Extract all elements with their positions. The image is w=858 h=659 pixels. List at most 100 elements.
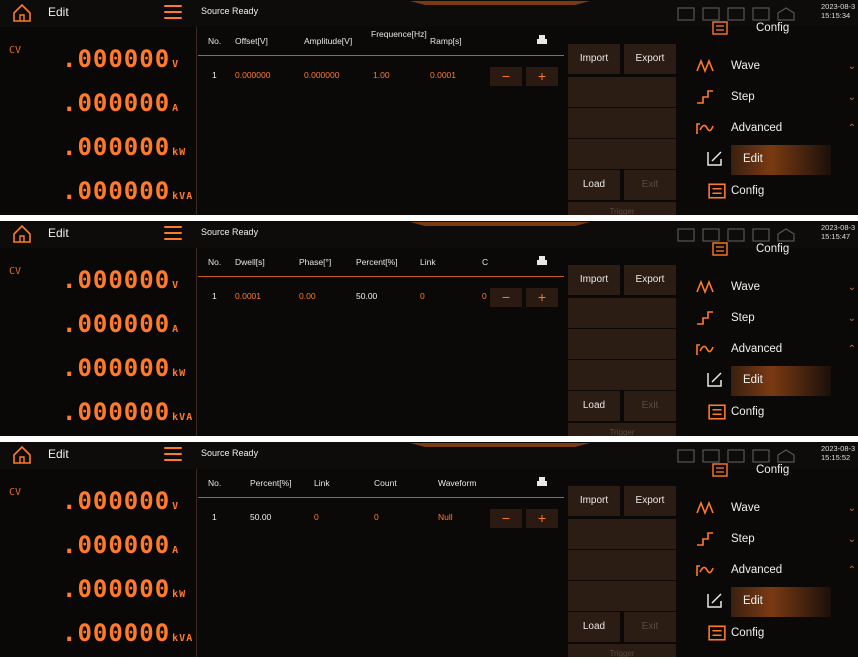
col-header: Link	[420, 257, 436, 267]
panel-2: Edit Source Ready 2023-08-3 15:15:47 CV .…	[0, 221, 858, 436]
home-icon[interactable]	[12, 3, 32, 23]
sidebar-item-edit[interactable]: Edit	[731, 587, 831, 617]
menu-icon[interactable]	[164, 226, 182, 242]
col-header: No.	[208, 257, 222, 267]
config-icon	[708, 183, 726, 199]
edit-icon	[707, 372, 722, 387]
col-header: Link	[314, 478, 330, 488]
empty-slot	[568, 550, 676, 580]
col-header: Offset[V]	[235, 36, 268, 46]
chevron-down-icon: ⌄	[847, 61, 856, 72]
divider	[196, 469, 197, 657]
col-header: Dwell[s]	[235, 257, 265, 267]
col-header: Phase[°]	[299, 257, 332, 267]
add-row-button[interactable]: +	[526, 67, 558, 86]
load-button[interactable]: Load	[568, 170, 620, 200]
sidebar-item-config[interactable]: Config	[678, 398, 858, 428]
col-header: Percent[%]	[250, 478, 292, 488]
power-readout: .000000 kW	[62, 133, 187, 161]
voltage-readout: .000000 V	[62, 487, 180, 515]
col-header: Amplitude[V]	[304, 36, 353, 46]
exit-button[interactable]: Exit	[624, 391, 676, 421]
sidebar-item-config[interactable]: Config	[678, 177, 858, 207]
trigger-button[interactable]: Trigger	[568, 423, 676, 436]
current-readout: .000000 A	[62, 531, 180, 559]
col-header: Waveform	[438, 478, 477, 488]
export-button[interactable]: Export	[624, 486, 676, 516]
table-header: No. Percent[%] Link Count Waveform	[198, 469, 564, 498]
empty-slot	[568, 108, 676, 138]
print-icon[interactable]	[536, 476, 548, 488]
load-button[interactable]: Load	[568, 391, 620, 421]
empty-slot	[568, 581, 676, 611]
sidebar-item-config-top[interactable]: Config	[708, 460, 858, 482]
sidebar-item-step[interactable]: Step ⌄	[678, 525, 858, 555]
remove-row-button[interactable]: −	[490, 288, 522, 307]
mode-label: CV	[9, 266, 22, 277]
sidebar-item-wave[interactable]: Wave ⌄	[678, 494, 858, 524]
home-icon[interactable]	[12, 445, 32, 465]
config-icon	[708, 625, 726, 641]
remove-row-button[interactable]: −	[490, 509, 522, 528]
col-header: No.	[208, 36, 222, 46]
sidebar-item-config-top[interactable]: Config	[708, 239, 858, 261]
top-decoration	[410, 222, 590, 226]
top-decoration	[410, 1, 590, 5]
top-decoration	[410, 443, 590, 447]
import-button[interactable]: Import	[568, 486, 620, 516]
sidebar-item-config[interactable]: Config	[678, 619, 858, 649]
edit-icon	[707, 151, 722, 166]
voltage-readout: .000000 V	[62, 266, 180, 294]
menu-icon[interactable]	[164, 447, 182, 463]
chevron-down-icon: ⌄	[847, 282, 856, 293]
exit-button[interactable]: Exit	[624, 612, 676, 642]
table-row[interactable]: 1 0.0001 0.00 50.00 0 0 − +	[198, 288, 564, 307]
col-header: Ramp[s]	[430, 36, 462, 46]
sidebar-item-advanced[interactable]: Advanced ⌃	[678, 335, 858, 365]
export-button[interactable]: Export	[624, 44, 676, 74]
mode-label: CV	[9, 487, 22, 498]
trigger-button[interactable]: Trigger	[568, 644, 676, 657]
sidebar-item-wave[interactable]: Wave ⌄	[678, 52, 858, 82]
chevron-up-icon: ⌃	[847, 344, 856, 355]
table-header: No. Dwell[s] Phase[°] Percent[%] Link C	[198, 248, 564, 277]
edit-table: No. Dwell[s] Phase[°] Percent[%] Link C …	[198, 248, 564, 436]
print-icon[interactable]	[536, 34, 548, 46]
wave-icon	[696, 58, 714, 74]
table-row[interactable]: 1 0.000000 0.000000 1.00 0.0001 − +	[198, 67, 564, 86]
panel-3: Edit Source Ready 2023-08-3 15:15:52 CV .…	[0, 442, 858, 657]
trigger-button[interactable]: Trigger	[568, 202, 676, 215]
exit-button[interactable]: Exit	[624, 170, 676, 200]
export-button[interactable]: Export	[624, 265, 676, 295]
config-icon	[712, 242, 728, 256]
step-icon	[697, 532, 713, 546]
panel-1: Edit Source Ready 2023-08-3 15:15:34 CV .…	[0, 0, 858, 215]
load-button[interactable]: Load	[568, 612, 620, 642]
import-button[interactable]: Import	[568, 44, 620, 74]
sidebar-item-step[interactable]: Step ⌄	[678, 304, 858, 334]
sidebar: Config Wave ⌄ Step ⌄ Advanced ⌃ Edit Con…	[678, 242, 858, 436]
add-row-button[interactable]: +	[526, 509, 558, 528]
sidebar-item-step[interactable]: Step ⌄	[678, 83, 858, 113]
source-status: Source Ready	[201, 6, 259, 16]
sidebar-item-edit[interactable]: Edit	[731, 145, 831, 175]
print-icon[interactable]	[536, 255, 548, 267]
power-readout: .000000 kW	[62, 354, 187, 382]
divider	[196, 27, 197, 215]
sidebar-item-wave[interactable]: Wave ⌄	[678, 273, 858, 303]
import-button[interactable]: Import	[568, 265, 620, 295]
chevron-down-icon: ⌄	[847, 503, 856, 514]
sidebar-item-advanced[interactable]: Advanced ⌃	[678, 556, 858, 586]
sidebar-item-edit[interactable]: Edit	[731, 366, 831, 396]
sidebar-item-advanced[interactable]: Advanced ⌃	[678, 114, 858, 144]
advanced-icon	[696, 344, 714, 355]
apparent-power-readout: .000000 kVA	[62, 619, 194, 647]
step-icon	[697, 90, 713, 104]
col-header: No.	[208, 478, 222, 488]
table-row[interactable]: 1 50.00 0 0 Null − +	[198, 509, 564, 528]
add-row-button[interactable]: +	[526, 288, 558, 307]
sidebar-item-config-top[interactable]: Config	[708, 18, 858, 40]
remove-row-button[interactable]: −	[490, 67, 522, 86]
home-icon[interactable]	[12, 224, 32, 244]
menu-icon[interactable]	[164, 5, 182, 21]
